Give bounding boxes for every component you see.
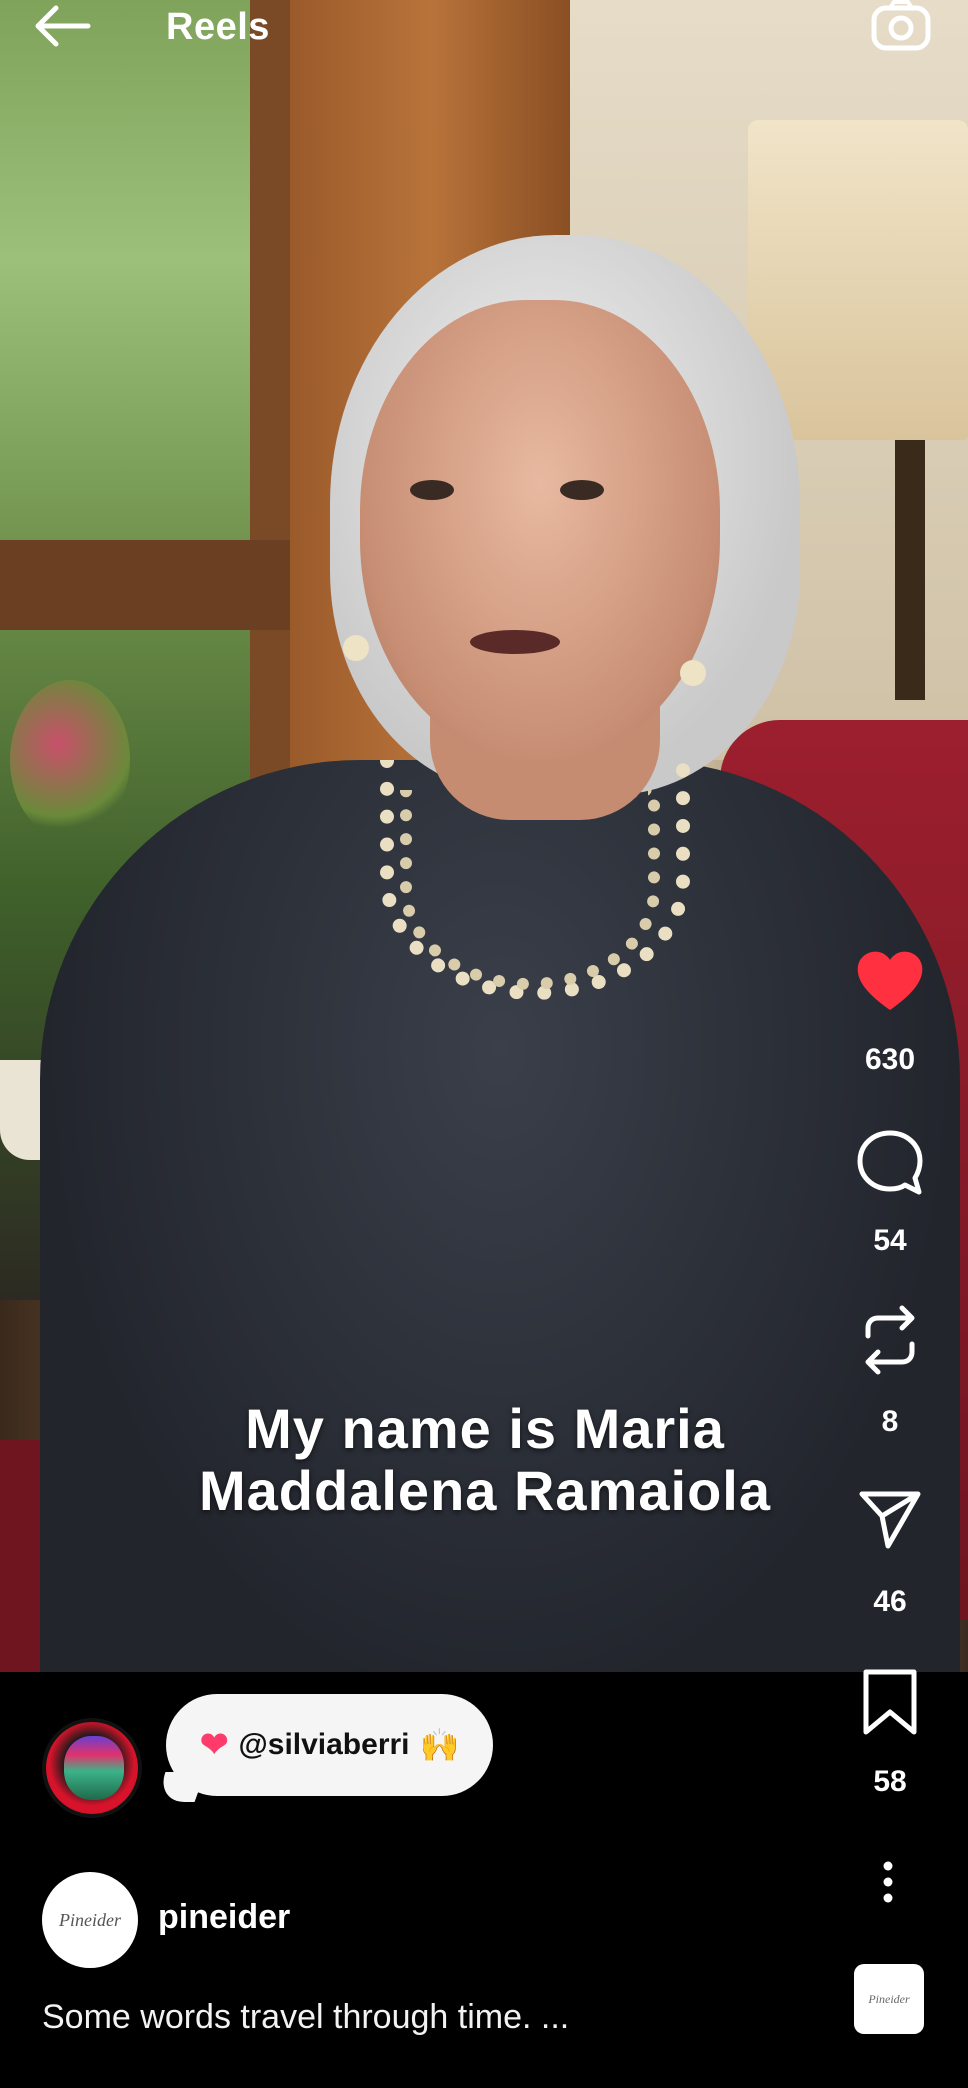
page-title: Reels <box>166 6 270 48</box>
avatar-illustration <box>64 1736 124 1800</box>
caption-line-1: My name is Maria <box>245 1397 725 1460</box>
bookmark-icon <box>863 1669 917 1735</box>
share-button[interactable] <box>840 1488 940 1550</box>
background-window-sill <box>0 540 330 630</box>
top-bar: Reels <box>0 0 968 56</box>
mention-bubble[interactable]: ❤ @silviaberri 🙌 <box>166 1694 494 1796</box>
repost-count: 8 <box>881 1405 899 1438</box>
audio-thumb-logo: Pineider <box>868 1991 910 2006</box>
more-options-button[interactable] <box>868 1858 908 1908</box>
camera-button[interactable] <box>870 0 932 52</box>
author-avatar[interactable]: Pineider <box>42 1872 138 1968</box>
save-count: 58 <box>873 1765 907 1798</box>
earring-right <box>680 660 706 686</box>
audio-thumbnail[interactable]: Pineider <box>854 1964 924 2034</box>
send-icon <box>859 1491 921 1549</box>
background-lamp-shade <box>748 120 968 440</box>
heart-emoji: ❤ <box>200 1726 229 1764</box>
share-count: 46 <box>873 1585 907 1618</box>
raised-hands-emoji: 🙌 <box>419 1727 460 1763</box>
background-lamp-base <box>895 440 925 700</box>
arrow-left-icon <box>35 5 91 47</box>
save-button[interactable] <box>840 1668 940 1738</box>
camera-icon <box>871 0 931 51</box>
mention-user-avatar[interactable] <box>42 1718 142 1818</box>
heart-filled-icon <box>857 951 923 1010</box>
comment-count: 54 <box>873 1224 907 1257</box>
person-mouth <box>470 630 560 654</box>
comment-button[interactable] <box>840 1128 940 1198</box>
mention-handle[interactable]: @silviaberri <box>239 1728 410 1762</box>
repost-button[interactable] <box>840 1304 940 1376</box>
post-description[interactable]: Some words travel through time. ... <box>42 1998 569 2037</box>
comment-bubble-icon <box>857 1130 923 1195</box>
caption-line-2: Maddalena Ramaiola <box>199 1459 771 1522</box>
like-button[interactable] <box>840 948 940 1014</box>
author-logo-text: Pineider <box>59 1909 121 1930</box>
video-caption: My name is Maria Maddalena Ramaiola <box>120 1398 850 1522</box>
background-flowers <box>10 680 130 840</box>
earring-left <box>343 635 369 661</box>
reel-video[interactable]: My name is Maria Maddalena Ramaiola <box>0 0 968 1672</box>
more-vertical-icon <box>883 1861 893 1903</box>
back-button[interactable] <box>30 2 94 50</box>
like-count: 630 <box>864 1043 916 1076</box>
person-eye-left <box>410 480 454 500</box>
repost-arrows-icon <box>865 1305 915 1375</box>
pearl-necklace-inner <box>400 790 660 990</box>
person-face <box>360 300 720 760</box>
author-username[interactable]: pineider <box>158 1898 290 1937</box>
person-eye-right <box>560 480 604 500</box>
